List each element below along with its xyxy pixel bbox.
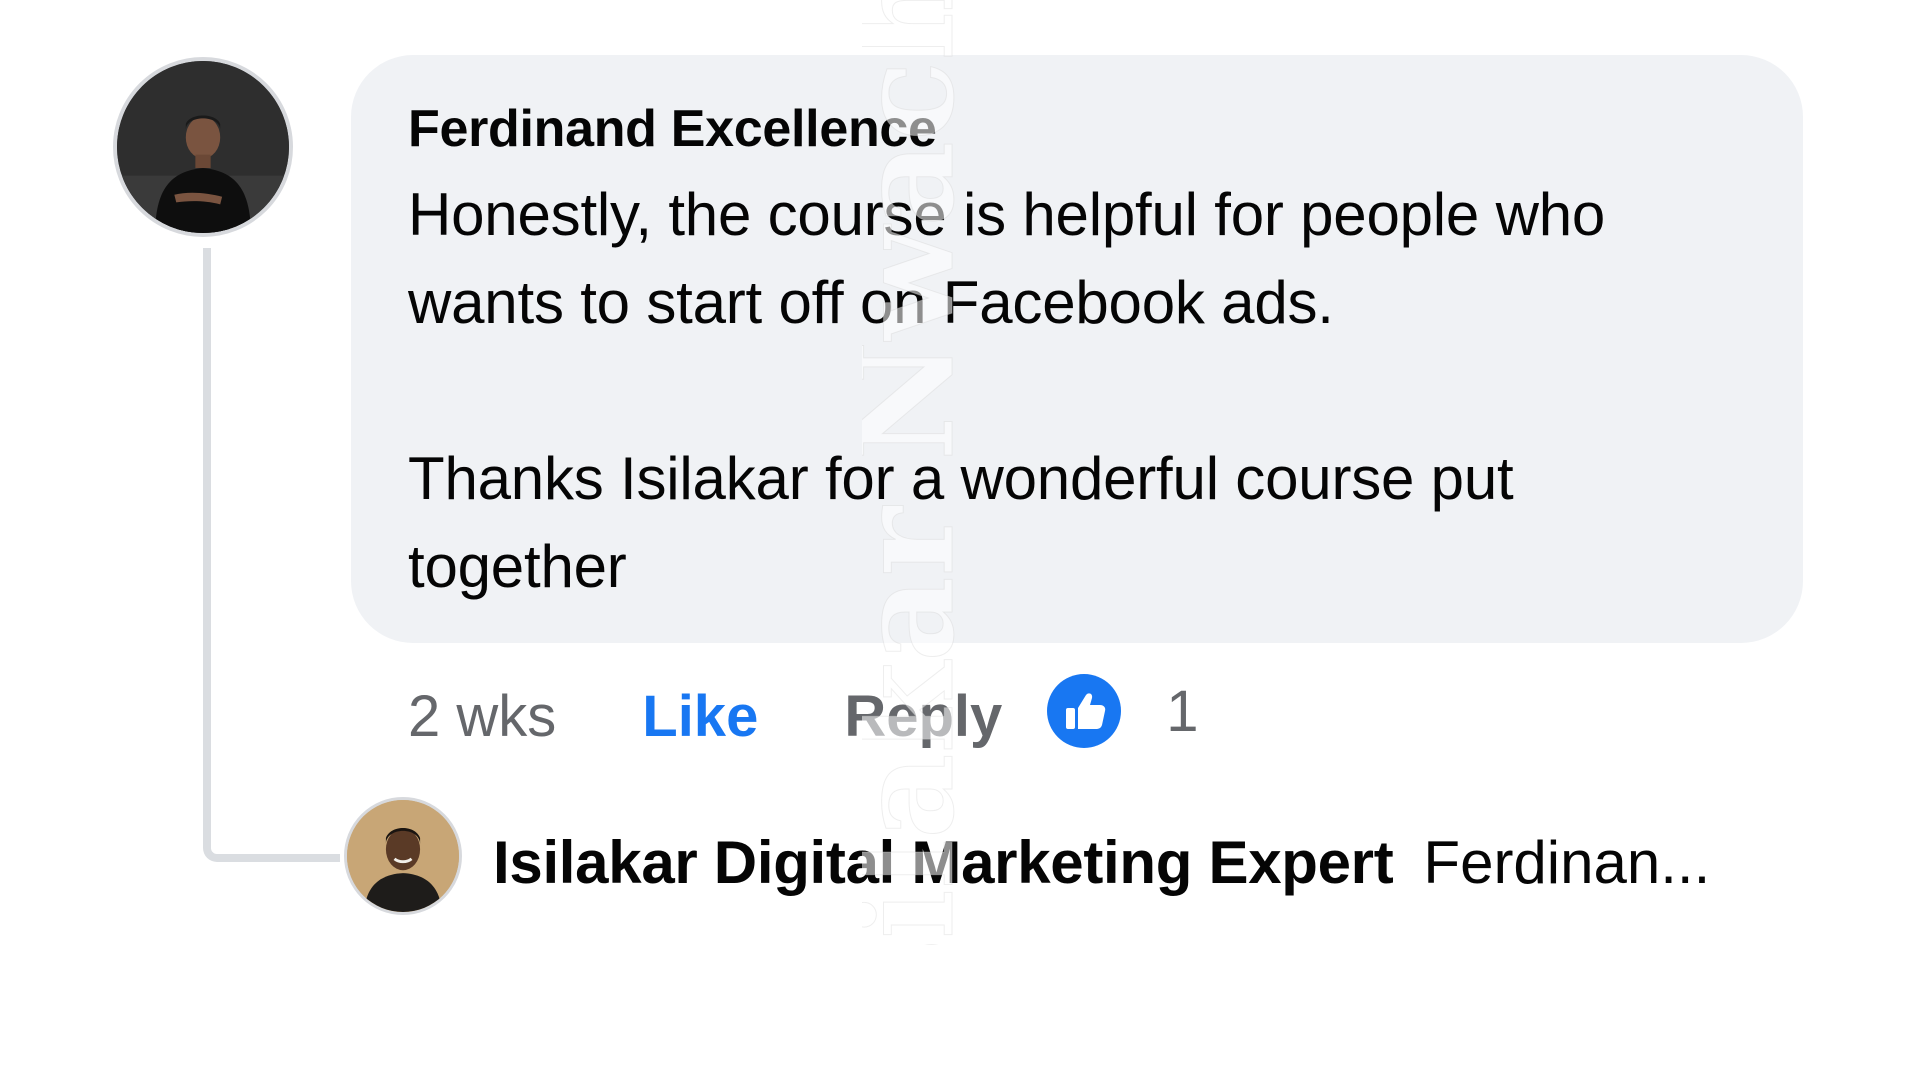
comment-thread: Ferdinand Excellence Honestly, the cours…: [0, 0, 1920, 1080]
comment-bubble: Ferdinand Excellence Honestly, the cours…: [351, 55, 1803, 643]
reaction-count: 1: [1166, 678, 1199, 744]
comment-author-name[interactable]: Ferdinand Excellence: [408, 103, 1743, 155]
avatar[interactable]: [113, 57, 293, 237]
comment-timestamp[interactable]: 2 wks: [408, 683, 556, 750]
reply-avatar[interactable]: [344, 797, 462, 915]
like-button[interactable]: Like: [642, 683, 758, 750]
comment-text: Honestly, the course is helpful for peop…: [408, 181, 1606, 600]
thread-connector-line: [203, 248, 340, 862]
reply-button[interactable]: Reply: [844, 683, 1002, 750]
reaction-summary[interactable]: 1: [1046, 673, 1199, 749]
reply-preview-text: Ferdinan...: [1423, 828, 1711, 896]
thumbs-up-icon: [1047, 674, 1122, 748]
reply-author-name[interactable]: Isilakar Digital Marketing Expert: [493, 828, 1394, 897]
reply-preview-row[interactable]: Isilakar Digital Marketing Expert Ferdin…: [493, 822, 1710, 902]
person-avatar-icon: [347, 800, 459, 912]
comment-actions: 2 wks Like Reply 1: [408, 673, 1199, 756]
person-avatar-icon: [117, 61, 289, 233]
